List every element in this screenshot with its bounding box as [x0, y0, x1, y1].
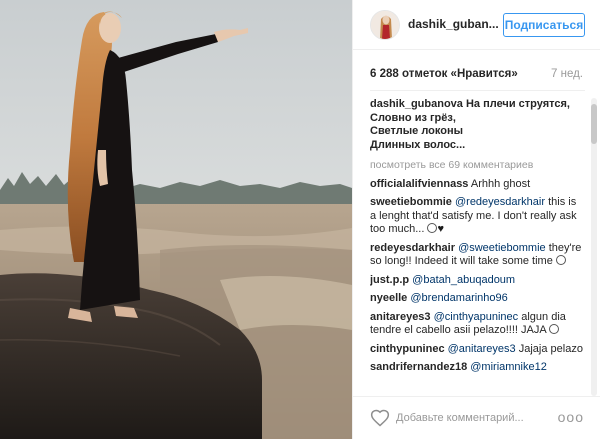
comment-username[interactable]: officialalifviennass — [370, 178, 468, 190]
comment: officialalifviennass Arhhh ghost — [370, 178, 584, 192]
comment-username[interactable]: cinthypuninec — [370, 343, 445, 355]
smiley-icon — [555, 255, 566, 265]
comment: just.p.p @batah_abuqadoum — [370, 274, 584, 288]
view-all-comments-link[interactable]: посмотреть все 69 комментариев — [370, 159, 584, 173]
post-sidebar: dashik_guban... Подписаться 6 288 отмето… — [352, 0, 600, 439]
comment-username[interactable]: sweetiebommie — [370, 196, 452, 208]
comment-username[interactable]: just.p.p — [370, 274, 409, 286]
comments-scrollbar[interactable] — [591, 98, 597, 396]
comment-mention[interactable]: @anitareyes3 — [448, 343, 516, 355]
scrollbar-thumb[interactable] — [591, 104, 597, 144]
comment: nyeelle @brendamarinho96 — [370, 292, 584, 306]
comment-text: Arhhh ghost — [470, 177, 531, 190]
comment: sweetiebommie @redeyesdarkhair this is a… — [370, 196, 584, 237]
comment-mention[interactable]: @sweetiebommie — [458, 242, 546, 254]
broken-heart-icon: ♥ — [437, 223, 445, 235]
caption-username[interactable]: dashik_gubanova — [370, 98, 463, 110]
comment-text: Jajaja pelazo — [518, 342, 583, 355]
divider — [370, 90, 585, 91]
comment-footer: ooo — [353, 396, 600, 439]
caption-line-3: Светлые локоны — [370, 125, 464, 137]
comment-mention[interactable]: @brendamarinho96 — [410, 292, 507, 304]
comment-mention[interactable]: @batah_abuqadoum — [412, 274, 515, 286]
add-comment-input[interactable] — [396, 408, 556, 428]
smiley-icon — [549, 324, 560, 334]
post-author-username[interactable]: dashik_guban... — [408, 17, 499, 31]
comment: sandrifernandez18 @miriamnike12 — [370, 361, 584, 375]
smiley-icon — [427, 223, 438, 233]
caption-line-2: Словно из грёз, — [370, 111, 456, 124]
comments-list[interactable]: dashik_gubanova На плечи струятся, Словн… — [370, 98, 584, 396]
likes-count[interactable]: 6 288 отметок «Нравится» — [370, 68, 518, 80]
avatar-image — [371, 11, 399, 39]
caption-line-4: Длинных волос... — [370, 138, 466, 151]
comment-username[interactable]: nyeelle — [370, 292, 407, 304]
avatar[interactable] — [370, 10, 400, 40]
comment: cinthypuninec @anitareyes3 Jajaja pelazo — [370, 343, 584, 357]
post-photo[interactable] — [0, 0, 352, 439]
post-caption: dashik_gubanova На плечи струятся, Словн… — [370, 98, 584, 152]
comment-username[interactable]: anitareyes3 — [370, 311, 431, 323]
caption-line-1: На плечи струятся, — [465, 98, 570, 110]
post-header: dashik_guban... Подписаться — [353, 0, 600, 50]
follow-button[interactable]: Подписаться — [503, 13, 585, 37]
comment-username[interactable]: redeyesdarkhair — [370, 242, 455, 254]
photo-illustration — [0, 0, 352, 439]
comment-mention[interactable]: @cinthyapuninec — [434, 311, 519, 323]
more-options-button[interactable]: ooo — [558, 410, 584, 424]
likes-row: 6 288 отметок «Нравится» 7 нед. — [370, 68, 585, 84]
comment-mention[interactable]: @redeyesdarkhair — [455, 196, 545, 208]
comment-username[interactable]: sandrifernandez18 — [370, 361, 467, 373]
comment-mention[interactable]: @miriamnike12 — [470, 361, 547, 373]
comment: anitareyes3 @cinthyapuninec algun dia te… — [370, 311, 584, 338]
post-time[interactable]: 7 нед. — [551, 68, 583, 80]
heart-outline-icon[interactable] — [370, 408, 390, 428]
heart-outline-icon-svg — [370, 409, 390, 427]
comment: redeyesdarkhair @sweetiebommie they're s… — [370, 242, 584, 269]
